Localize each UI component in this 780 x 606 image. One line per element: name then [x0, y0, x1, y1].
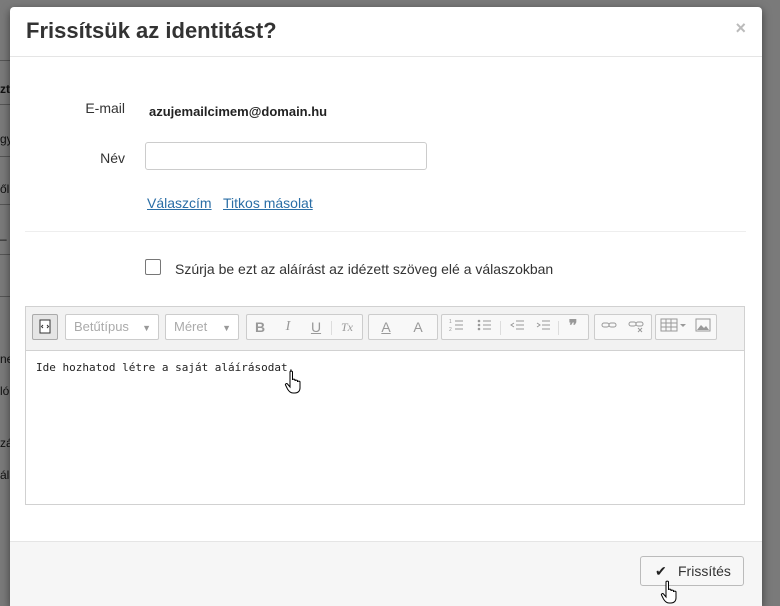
reply-to-link[interactable]: Válaszcím: [147, 195, 212, 211]
background-text: –: [0, 232, 7, 246]
chevron-down-icon: ▼: [222, 323, 231, 333]
toolbar-separator: [500, 321, 501, 335]
link-icon[interactable]: [598, 317, 620, 337]
basic-style-group: B I U Tx: [246, 314, 363, 340]
form-divider: [25, 231, 746, 232]
background-divider: [0, 296, 10, 297]
name-label: Név: [100, 150, 125, 166]
dialog-header: Frissítsük az identitást? ×: [10, 7, 762, 57]
insert-group: [655, 314, 717, 340]
hand-cursor-icon: [660, 580, 677, 604]
blockquote-icon[interactable]: ❞: [562, 317, 584, 337]
bg-color-button[interactable]: A: [405, 317, 431, 337]
update-button[interactable]: ✔ Frissítés: [640, 556, 744, 586]
background-divider: [0, 156, 10, 157]
background-divider: [0, 204, 10, 205]
indent-icon[interactable]: [532, 317, 554, 337]
bullet-list-icon[interactable]: [474, 317, 496, 337]
remove-format-button[interactable]: Tx: [336, 317, 358, 337]
underline-button[interactable]: U: [305, 317, 327, 337]
font-size-placeholder: Méret: [174, 319, 208, 334]
background-divider: [0, 104, 10, 105]
insert-signature-label: Szúrja be ezt az aláírást az idézett szö…: [175, 261, 554, 277]
svg-text:2: 2: [449, 327, 452, 333]
image-icon[interactable]: [692, 317, 714, 337]
paragraph-group: 12 ❞: [441, 314, 589, 340]
background-text: ló: [0, 384, 10, 398]
background-text: zt: [0, 82, 10, 96]
outdent-icon[interactable]: [506, 317, 528, 337]
identity-dialog: Frissítsük az identitást? × E-mail azuje…: [10, 7, 762, 606]
dialog-title: Frissítsük az identitást?: [26, 18, 277, 43]
update-button-label: Frissítés: [678, 563, 731, 579]
table-icon[interactable]: [659, 317, 689, 337]
numbered-list-icon[interactable]: 12: [446, 317, 468, 337]
bold-button[interactable]: B: [249, 317, 271, 337]
source-button[interactable]: [32, 314, 58, 340]
text-color-button[interactable]: A: [373, 317, 399, 337]
chevron-down-icon: ▼: [142, 323, 151, 333]
insert-signature-checkbox[interactable]: [145, 259, 161, 275]
hand-cursor-icon: [284, 370, 301, 394]
color-group: A A: [368, 314, 438, 340]
email-label: E-mail: [85, 100, 125, 116]
font-size-select[interactable]: Méret ▼: [165, 314, 239, 340]
background-text: ől: [0, 182, 10, 196]
font-family-select[interactable]: Betűtípus ▼: [65, 314, 159, 340]
email-value: azujemailcimem@domain.hu: [149, 104, 328, 119]
unlink-icon[interactable]: [625, 317, 647, 337]
dialog-footer: ✔ Frissítés: [10, 541, 762, 606]
name-field[interactable]: [145, 142, 427, 170]
font-family-placeholder: Betűtípus: [74, 319, 129, 334]
background-divider: [0, 254, 10, 255]
toolbar-separator: [331, 321, 332, 335]
check-icon: ✔: [655, 563, 667, 579]
toolbar-separator: [558, 321, 559, 335]
close-icon[interactable]: ×: [735, 19, 746, 37]
editor-toolbar: Betűtípus ▼ Méret ▼ B I U Tx A A 12 ❞: [26, 307, 744, 351]
source-icon: [39, 319, 51, 334]
bcc-link[interactable]: Titkos másolat: [223, 195, 313, 211]
editor-content[interactable]: Ide hozhatod létre a saját aláírásodat.: [36, 361, 294, 374]
background-divider: [0, 60, 10, 61]
italic-button[interactable]: I: [277, 317, 299, 337]
svg-text:1: 1: [449, 319, 452, 325]
signature-editor: Betűtípus ▼ Méret ▼ B I U Tx A A 12 ❞ Id…: [25, 306, 745, 505]
link-group: [594, 314, 652, 340]
